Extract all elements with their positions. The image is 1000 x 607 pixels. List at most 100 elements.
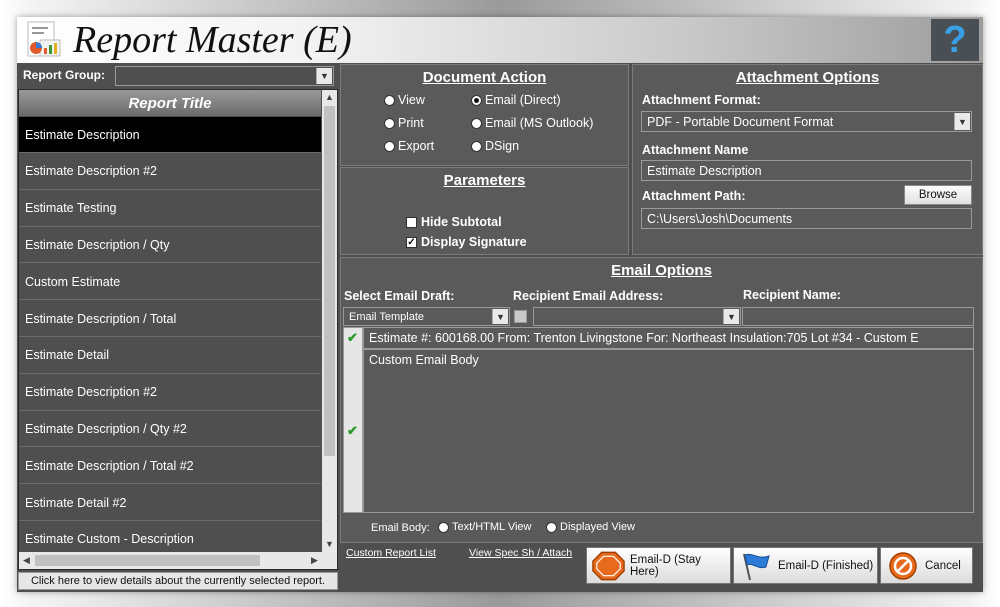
attachment-format-label: Attachment Format:	[642, 93, 761, 107]
radio-dot[interactable]	[471, 117, 482, 129]
radio-dot[interactable]	[384, 140, 395, 152]
radio-export[interactable]: Export	[384, 139, 434, 153]
flag-icon	[743, 553, 770, 580]
report-list-header: Report Title	[19, 90, 321, 116]
checkmark-icon[interactable]: ✓	[406, 236, 417, 248]
parameters-panel: Parameters Hide Subtotal ✓ Display Signat…	[340, 167, 629, 255]
display-signature-label: Display Signature	[421, 235, 527, 249]
hide-subtotal-label: Hide Subtotal	[421, 215, 502, 229]
cancel-label: Cancel	[925, 559, 961, 572]
app-title: Report Master (E)	[73, 19, 352, 61]
list-item[interactable]: Estimate Description #2	[19, 375, 321, 411]
recipient-add-button[interactable]	[514, 310, 527, 323]
report-group-label: Report Group:	[23, 68, 105, 82]
radio-dot[interactable]	[384, 117, 395, 129]
radio-text-html-view[interactable]: Text/HTML View	[438, 521, 531, 533]
vertical-scrollbar[interactable]: ▲ ▼	[322, 90, 337, 552]
attachment-path-input[interactable]: C:\Users\Josh\Documents	[641, 208, 972, 229]
report-logo-icon	[22, 18, 65, 62]
list-item[interactable]: Estimate Description	[19, 117, 321, 153]
scroll-left-icon[interactable]: ◀	[19, 552, 34, 569]
recipient-name-label: Recipient Name:	[743, 288, 841, 302]
cancel-icon	[889, 551, 917, 580]
radio-dot[interactable]	[471, 94, 482, 106]
report-group-select[interactable]: ▼	[115, 66, 334, 86]
scroll-up-icon[interactable]: ▲	[322, 90, 337, 105]
attachment-path-label: Attachment Path:	[642, 189, 746, 203]
attachment-options-panel: Attachment Options Attachment Format: PD…	[632, 64, 983, 255]
attachment-format-select[interactable]: PDF - Portable Document Format ▼	[641, 111, 972, 132]
attachment-name-label: Attachment Name	[642, 143, 749, 157]
report-details-link[interactable]: Click here to view details about the cur…	[18, 572, 338, 590]
list-item[interactable]: Estimate Detail	[19, 338, 321, 374]
list-item[interactable]: Estimate Description / Total	[19, 301, 321, 337]
attachment-format-value: PDF - Portable Document Format	[647, 114, 834, 129]
view-spec-attach-link[interactable]: View Spec Sh / Attach	[469, 547, 572, 559]
select-email-draft-label: Select Email Draft:	[344, 289, 455, 303]
list-item[interactable]: Estimate Description / Total #2	[19, 448, 321, 485]
title-bar: Report Master (E) ?	[17, 17, 983, 63]
browse-button[interactable]: Browse	[904, 185, 972, 205]
chevron-down-icon[interactable]: ▼	[492, 309, 508, 324]
custom-report-list-link[interactable]: Custom Report List	[346, 547, 436, 559]
list-item[interactable]: Estimate Description / Qty #2	[19, 411, 321, 448]
email-draft-select[interactable]: Email Template ▼	[343, 307, 510, 326]
list-item[interactable]: Custom Estimate	[19, 264, 321, 301]
email-subject-input[interactable]: Estimate #: 600168.00 From: Trenton Livi…	[363, 327, 974, 349]
chevron-down-icon[interactable]: ▼	[954, 113, 970, 130]
email-options-panel: Email Options Select Email Draft: Recipi…	[340, 257, 983, 543]
email-body-mode-label: Email Body:	[371, 522, 430, 534]
radio-dot[interactable]	[546, 521, 557, 533]
hide-subtotal-checkbox[interactable]: Hide Subtotal	[406, 215, 502, 229]
radio-email-outlook[interactable]: Email (MS Outlook)	[471, 116, 593, 130]
list-item[interactable]: Estimate Description / Qty	[19, 227, 321, 264]
chevron-down-icon[interactable]: ▼	[316, 68, 332, 84]
checkmark-icon: ✔	[347, 423, 358, 438]
radio-print-label: Print	[398, 116, 424, 130]
scroll-thumb-horizontal[interactable]	[35, 555, 260, 566]
radio-email-outlook-label: Email (MS Outlook)	[485, 116, 594, 130]
radio-export-label: Export	[398, 139, 435, 153]
help-icon[interactable]: ?	[931, 19, 979, 61]
radio-displayed-view-label: Displayed View	[560, 521, 636, 533]
email-editor-gutter: ✔ ✔	[343, 327, 363, 513]
email-stay-here-label: Email-D (Stay Here)	[629, 553, 701, 578]
scroll-down-icon[interactable]: ▼	[322, 537, 337, 552]
chevron-down-icon[interactable]: ▼	[723, 309, 739, 324]
email-finished-button[interactable]: Email-D (Finished)	[733, 547, 878, 584]
radio-dsign[interactable]: DSign	[471, 139, 519, 153]
recipient-email-address-label: Recipient Email Address:	[513, 289, 664, 303]
scroll-right-icon[interactable]: ▶	[307, 552, 322, 569]
email-finished-label: Email-D (Finished)	[778, 559, 874, 572]
cancel-button[interactable]: Cancel	[880, 547, 973, 584]
recipient-email-select[interactable]: ▼	[533, 307, 741, 326]
radio-displayed-view[interactable]: Displayed View	[546, 521, 635, 533]
radio-email-direct[interactable]: Email (Direct)	[471, 93, 561, 107]
checkbox-box[interactable]	[406, 216, 417, 228]
attachment-name-input[interactable]: Estimate Description	[641, 160, 972, 181]
email-stay-here-button[interactable]: Email-D (Stay Here)	[586, 547, 731, 584]
scroll-thumb[interactable]	[324, 106, 335, 456]
email-body-textarea[interactable]: Custom Email Body	[363, 349, 974, 513]
radio-dot[interactable]	[384, 94, 395, 106]
list-item[interactable]: Estimate Testing	[19, 191, 321, 227]
document-action-panel: Document Action View Email (Direct) Prin…	[340, 64, 629, 166]
stop-icon	[592, 551, 625, 580]
horizontal-scrollbar[interactable]: ◀ ▶	[19, 552, 337, 569]
radio-dot[interactable]	[471, 140, 482, 152]
radio-print[interactable]: Print	[384, 116, 424, 130]
report-master-window: Report Master (E) ? Report Group: ▼ Repo…	[17, 17, 983, 592]
checkmark-icon: ✔	[347, 330, 358, 345]
radio-text-html-label: Text/HTML View	[452, 521, 532, 533]
display-signature-checkbox[interactable]: ✓ Display Signature	[406, 235, 527, 249]
attachment-options-title: Attachment Options	[735, 69, 880, 86]
email-options-title: Email Options	[611, 262, 712, 279]
radio-dot[interactable]	[438, 521, 449, 533]
list-item[interactable]: Estimate Detail #2	[19, 485, 321, 521]
radio-email-direct-label: Email (Direct)	[485, 93, 561, 107]
report-list: Report Title Estimate Description Estimat…	[18, 89, 338, 570]
recipient-name-input[interactable]	[742, 307, 974, 326]
radio-view-label: View	[398, 93, 425, 107]
radio-view[interactable]: View	[384, 93, 425, 107]
list-item[interactable]: Estimate Description #2	[19, 154, 321, 190]
